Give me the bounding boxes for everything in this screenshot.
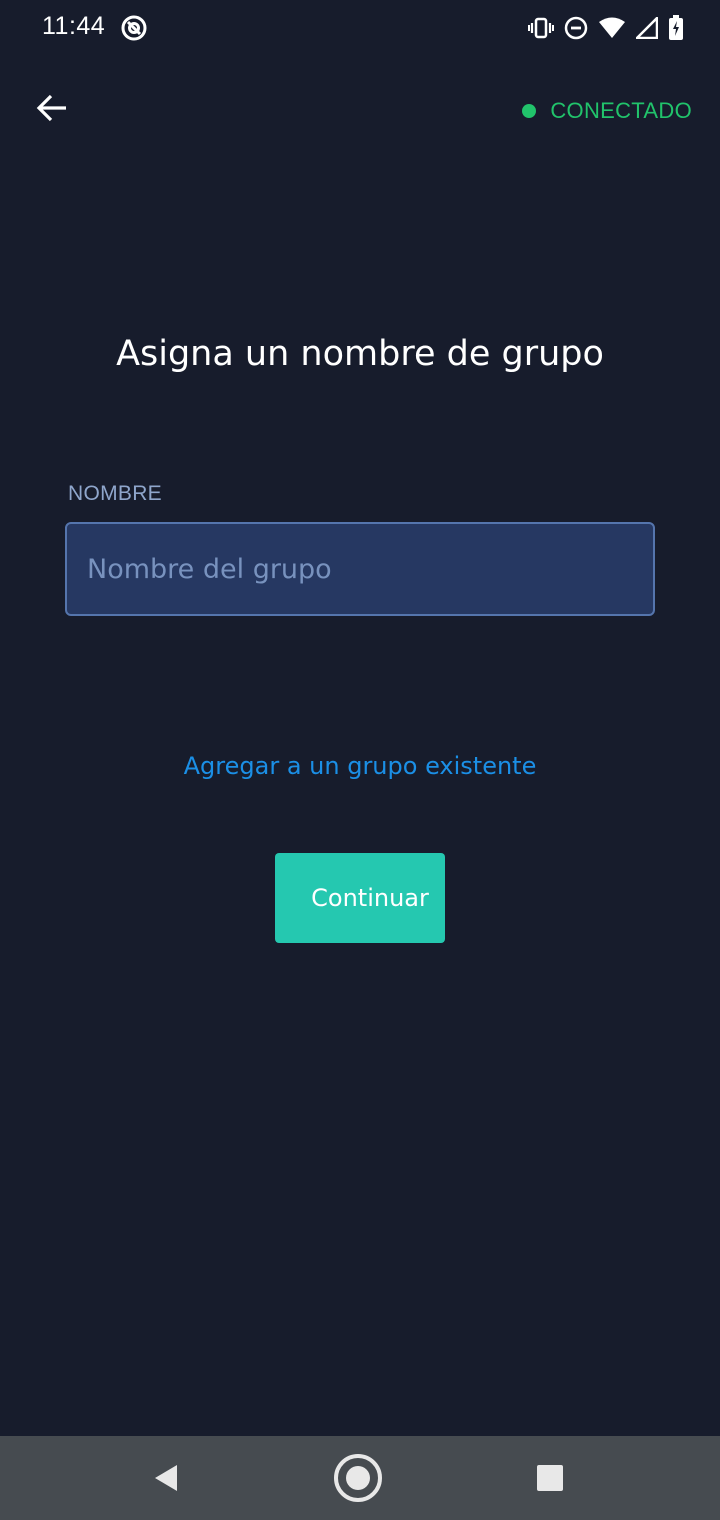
nav-recents-icon	[536, 1464, 564, 1496]
nav-home-icon	[332, 1452, 384, 1508]
nav-back-button[interactable]	[142, 1456, 190, 1504]
arrow-left-icon	[36, 94, 68, 126]
nav-back-icon	[151, 1462, 181, 1498]
connection-status: CONECTADO	[522, 96, 692, 126]
signal-icon	[636, 17, 658, 39]
back-button[interactable]	[28, 86, 76, 134]
battery-charging-icon	[668, 15, 684, 41]
do-not-disturb-icon	[564, 16, 588, 40]
status-icons	[528, 14, 684, 42]
wifi-icon	[598, 17, 626, 39]
group-name-input[interactable]	[65, 522, 655, 616]
status-dot-icon	[522, 104, 537, 118]
top-bar: CONECTADO	[0, 70, 720, 150]
page-title: Asigna un nombre de grupo	[116, 334, 604, 374]
system-nav-bar	[0, 1436, 720, 1520]
connection-label: CONECTADO	[550, 98, 692, 123]
vibrate-icon	[528, 16, 554, 40]
nav-recents-button[interactable]	[526, 1456, 574, 1504]
status-bar: 11:44	[0, 0, 720, 56]
name-field-label: NOMBRE	[68, 482, 162, 505]
nav-home-button[interactable]	[334, 1454, 382, 1504]
status-time: 11:44	[42, 12, 106, 40]
continue-button[interactable]: Continuar	[275, 853, 445, 943]
at-sign-icon	[120, 14, 148, 42]
add-to-existing-group-link[interactable]: Agregar a un grupo existente	[0, 752, 720, 780]
